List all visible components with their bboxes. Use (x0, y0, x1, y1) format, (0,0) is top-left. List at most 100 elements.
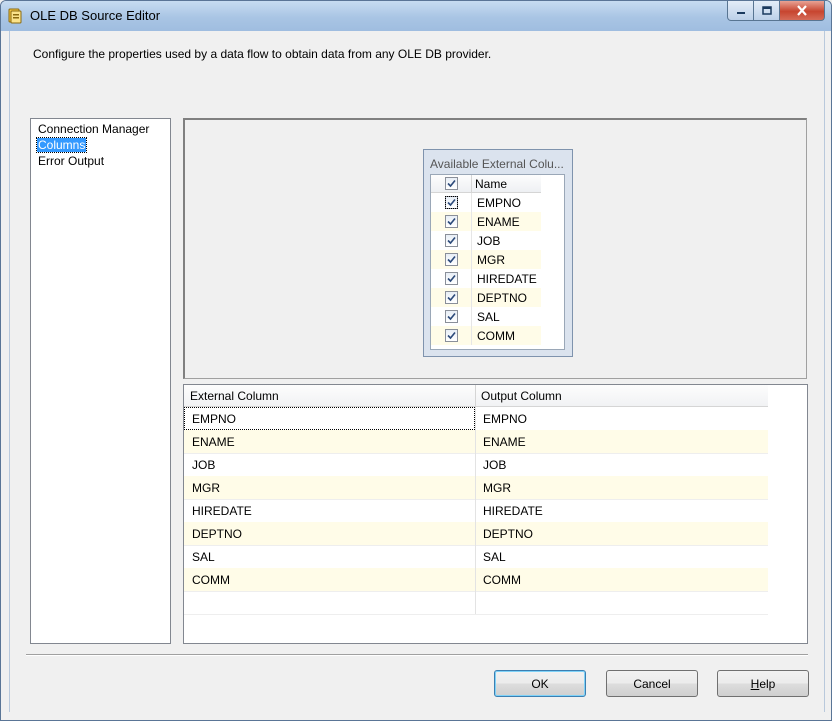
editor-window: OLE DB Source Editor Configure the prope… (0, 0, 832, 721)
close-button[interactable] (780, 1, 825, 21)
cell-divider (475, 407, 476, 430)
help-button[interactable]: Help (717, 670, 809, 697)
checkmark-icon (447, 331, 456, 340)
cell-divider (475, 545, 476, 568)
checkbox-cell (431, 212, 472, 231)
output-column-cell[interactable]: HIREDATE (483, 504, 543, 518)
maximize-button[interactable] (754, 1, 780, 21)
header-divider (475, 385, 476, 406)
external-column-cell[interactable]: JOB (192, 458, 215, 472)
external-column-row[interactable]: ENAME (431, 212, 541, 231)
title-bar[interactable]: OLE DB Source Editor (1, 1, 831, 31)
output-column-cell[interactable]: COMM (483, 573, 521, 587)
window-controls (727, 1, 825, 21)
minimize-button[interactable] (727, 1, 754, 21)
button-separator (26, 654, 808, 655)
checkbox-cell (431, 193, 472, 212)
output-column-cell[interactable]: DEPTNO (483, 527, 533, 541)
table-row[interactable]: DEPTNO DEPTNO (184, 522, 768, 546)
output-column-cell[interactable]: SAL (483, 550, 506, 564)
cell-divider (475, 522, 476, 545)
table-row[interactable]: EMPNO EMPNO (184, 407, 768, 431)
column-name: COMM (477, 329, 515, 343)
cell-divider (475, 430, 476, 453)
external-column-cell[interactable]: MGR (192, 481, 220, 495)
nav-item-columns[interactable]: Columns (35, 137, 88, 153)
columns-designer-area: Available External Colu... Name EMPNO EN… (183, 118, 807, 379)
external-column-cell[interactable]: COMM (192, 573, 230, 587)
cell-divider (475, 591, 476, 614)
cell-divider (475, 568, 476, 591)
column-checkbox[interactable] (445, 253, 458, 266)
empty-new-row[interactable] (184, 591, 768, 615)
external-column-row[interactable]: EMPNO (431, 193, 541, 212)
external-column-cell[interactable]: DEPTNO (192, 527, 242, 541)
external-column-cell[interactable]: SAL (192, 550, 215, 564)
column-name: HIREDATE (477, 272, 537, 286)
ok-button[interactable]: OK (494, 670, 586, 697)
external-column-row[interactable]: JOB (431, 231, 541, 250)
external-column-cell[interactable]: ENAME (192, 435, 235, 449)
checkmark-icon (447, 217, 456, 226)
external-column-header[interactable]: External Column (190, 389, 279, 403)
output-column-cell[interactable]: ENAME (483, 435, 526, 449)
checkbox-cell (431, 269, 472, 288)
minimize-icon (736, 11, 745, 14)
checkmark-icon (447, 179, 456, 188)
cell-divider (475, 499, 476, 522)
external-column-cell[interactable]: HIREDATE (192, 504, 252, 518)
checkmark-icon (447, 198, 456, 207)
table-row[interactable]: JOB JOB (184, 453, 768, 477)
external-columns-title: Available External Colu... (430, 157, 564, 171)
external-columns-list: Name EMPNO ENAME JOB MGR HIREDATE DEPTNO… (430, 174, 565, 350)
column-checkbox[interactable] (445, 234, 458, 247)
column-checkbox[interactable] (445, 291, 458, 304)
select-all-checkbox[interactable] (445, 177, 458, 190)
header-band: Configure the properties used by a data … (10, 31, 824, 101)
dialog-content: Configure the properties used by a data … (9, 31, 825, 712)
output-column-cell[interactable]: MGR (483, 481, 511, 495)
output-column-header[interactable]: Output Column (481, 389, 562, 403)
window-title: OLE DB Source Editor (30, 8, 161, 23)
checkmark-icon (447, 293, 456, 302)
table-row[interactable]: HIREDATE HIREDATE (184, 499, 768, 523)
table-row[interactable]: COMM COMM (184, 568, 768, 592)
column-mapping-grid: External Column Output Column EMPNO EMPN… (183, 384, 808, 644)
cell-divider (475, 476, 476, 499)
external-column-row[interactable]: DEPTNO (431, 288, 541, 307)
column-checkbox[interactable] (445, 310, 458, 323)
cell-divider (475, 453, 476, 476)
external-column-cell[interactable]: EMPNO (192, 412, 236, 426)
editor-description: Configure the properties used by a data … (33, 47, 492, 61)
column-checkbox[interactable] (445, 215, 458, 228)
output-column-cell[interactable]: JOB (483, 458, 506, 472)
checkmark-icon (447, 274, 456, 283)
table-row[interactable]: MGR MGR (184, 476, 768, 500)
available-external-columns-panel[interactable]: Available External Colu... Name EMPNO EN… (423, 149, 573, 357)
column-checkbox[interactable] (445, 272, 458, 285)
checkmark-icon (447, 255, 456, 264)
column-name: SAL (477, 310, 500, 324)
cancel-button[interactable]: Cancel (606, 670, 698, 697)
maximize-icon (761, 5, 772, 15)
column-name: ENAME (477, 215, 520, 229)
table-row[interactable]: ENAME ENAME (184, 430, 768, 454)
nav-item-connection-manager[interactable]: Connection Manager (37, 122, 150, 136)
ssis-component-icon (8, 8, 22, 24)
checkbox-cell (431, 326, 472, 345)
output-column-cell[interactable]: EMPNO (483, 412, 527, 426)
checkmark-icon (447, 312, 456, 321)
column-name: MGR (477, 253, 505, 267)
column-checkbox[interactable] (445, 196, 458, 209)
external-column-row[interactable]: SAL (431, 307, 541, 326)
external-column-row[interactable]: COMM (431, 326, 541, 345)
table-row[interactable]: SAL SAL (184, 545, 768, 569)
column-name: DEPTNO (477, 291, 528, 305)
nav-item-error-output[interactable]: Error Output (37, 154, 105, 168)
column-checkbox[interactable] (445, 329, 458, 342)
select-all-cell (431, 175, 472, 192)
external-column-row[interactable]: MGR (431, 250, 541, 269)
external-column-row[interactable]: HIREDATE (431, 269, 541, 288)
checkbox-cell (431, 307, 472, 326)
external-columns-header: Name (431, 175, 541, 193)
